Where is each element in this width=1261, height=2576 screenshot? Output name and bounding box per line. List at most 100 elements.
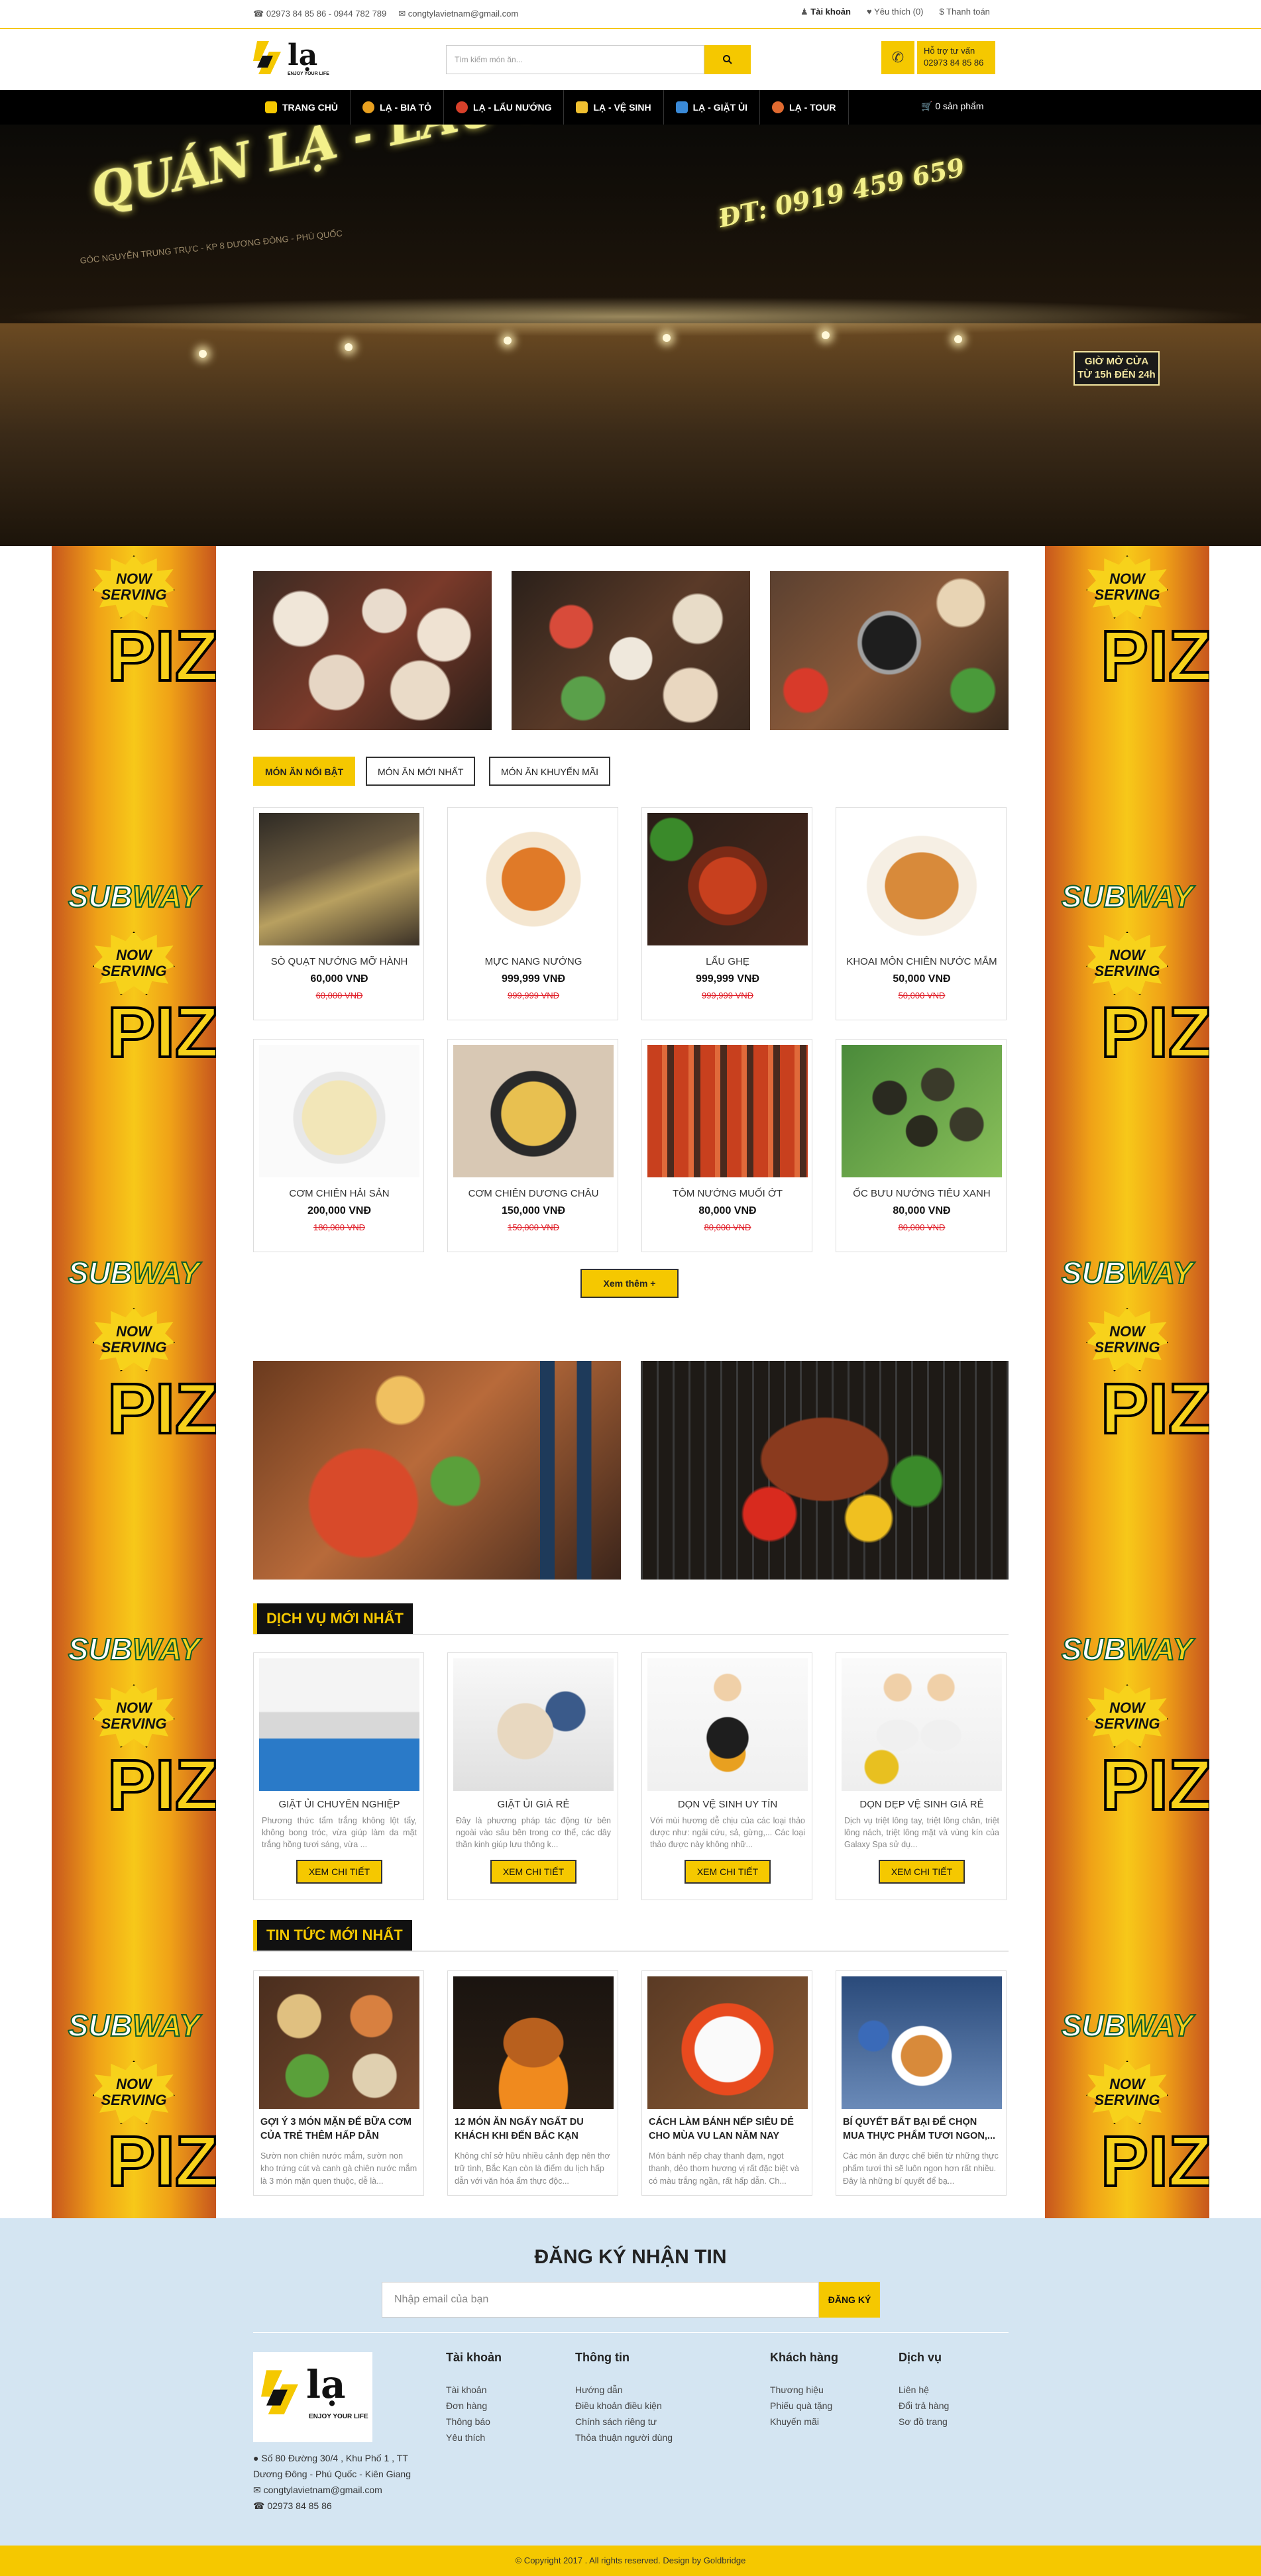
service-detail-button[interactable]: XEM CHI TIẾT (685, 1860, 771, 1884)
nav-item-home[interactable]: TRANG CHỦ (253, 90, 351, 125)
service-image[interactable] (259, 1658, 419, 1791)
product-card[interactable]: LẨU GHẸ 999,999 VNĐ 999,999 VNĐ (641, 807, 812, 1020)
product-name[interactable]: CƠM CHIÊN DƯƠNG CHÂU (448, 1188, 619, 1199)
footer-link[interactable]: Chính sách riêng tư (575, 2414, 673, 2430)
service-detail-button[interactable]: XEM CHI TIẾT (296, 1860, 382, 1884)
service-card[interactable]: DỌN VỆ SINH UY TÍN Với mùi hương dễ chịu… (641, 1652, 812, 1900)
nav-item-laundry[interactable]: LẠ - GIẶT ỦI (664, 90, 761, 125)
promo-image-seafood[interactable] (253, 1361, 621, 1580)
footer-link[interactable]: Thương hiệu (770, 2382, 838, 2398)
news-title[interactable]: 12 MÓN ĂN NGẤY NGẤT DU KHÁCH KHI ĐẾN BẮC… (455, 2116, 612, 2143)
footer-link[interactable]: Tài khoản (446, 2382, 502, 2398)
footer-link[interactable]: Khuyến mãi (770, 2414, 838, 2430)
newsletter-email-input[interactable]: Nhập email của bạn (382, 2282, 819, 2318)
news-card[interactable]: BÍ QUYẾT BẤT BẠI ĐỂ CHỌN MUA THỰC PHẨM T… (836, 1970, 1007, 2196)
footer-email[interactable]: ✉ congtylavietnam@gmail.com (253, 2482, 419, 2498)
footer-link[interactable]: Sơ đồ trang (899, 2414, 949, 2430)
product-image[interactable] (453, 813, 614, 945)
support-box[interactable]: ✆ Hỗ trợ tư vấn 02973 84 85 86 (881, 41, 995, 74)
product-image[interactable] (453, 1045, 614, 1177)
search-button[interactable] (704, 45, 751, 74)
service-card[interactable]: GIẶT ỦI CHUYÊN NGHIỆP Phương thức tẩm tr… (253, 1652, 424, 1900)
promo-image-2[interactable] (512, 571, 750, 730)
service-title[interactable]: GIẶT ỦI CHUYÊN NGHIỆP (254, 1799, 425, 1810)
footer-logo[interactable]: lạ ENJOY YOUR LIFE (253, 2352, 372, 2442)
footer-link[interactable]: Hướng dẫn (575, 2382, 673, 2398)
news-image[interactable] (259, 1976, 419, 2109)
tab-promo[interactable]: MÓN ĂN KHUYẾN MÃI (489, 757, 611, 786)
product-card[interactable]: TÔM NƯỚNG MUỐI ỚT 80,000 VNĐ 80,000 VNĐ (641, 1039, 812, 1252)
nav-item-cleaning[interactable]: LẠ - VỆ SINH (564, 90, 664, 125)
footer-link[interactable]: Yêu thích (446, 2430, 502, 2445)
news-title[interactable]: BÍ QUYẾT BẤT BẠI ĐỂ CHỌN MUA THỰC PHẨM T… (843, 2116, 1001, 2143)
side-ad-left[interactable]: NOW SERVING PIZZ SUBWAY NOW SERVING PIZZ SUB… (52, 546, 216, 2218)
service-detail-button[interactable]: XEM CHI TIẾT (490, 1860, 576, 1884)
service-image[interactable] (453, 1658, 614, 1791)
ad-pizza-text: PIZZ (106, 1744, 216, 1825)
nav-label: LẠ - LẨU NƯỚNG (473, 102, 552, 113)
product-name[interactable]: SÒ QUẠT NƯỚNG MỠ HÀNH (254, 956, 425, 967)
site-logo[interactable]: lạ ENJOY YOUR LIFE (253, 37, 333, 83)
promo-image-bbq[interactable] (641, 1361, 1009, 1580)
footer-link[interactable]: Đổi trả hàng (899, 2398, 949, 2414)
service-card[interactable]: DỌN DẸP VỆ SINH GIÁ RẺ Dịch vụ triệt lôn… (836, 1652, 1007, 1900)
news-image[interactable] (842, 1976, 1002, 2109)
account-link[interactable]: ♟ Tài khoản (800, 7, 851, 17)
news-title[interactable]: GỢI Ý 3 MÓN MẶN ĐỂ BỮA CƠM CỦA TRẺ THÊM … (260, 2116, 418, 2143)
service-image[interactable] (647, 1658, 808, 1791)
top-email[interactable]: ✉ congtylavietnam@gmail.com (398, 9, 518, 19)
news-card[interactable]: CÁCH LÀM BÁNH NẾP SIÊU DẺ CHO MÙA VU LAN… (641, 1970, 812, 2196)
product-name[interactable]: LẨU GHẸ (642, 956, 813, 967)
service-title[interactable]: GIẶT ỦI GIÁ RẺ (448, 1799, 619, 1810)
checkout-link[interactable]: $ Thanh toán (940, 7, 990, 17)
product-name[interactable]: ỐC BƯU NƯỚNG TIÊU XANH (836, 1188, 1007, 1199)
promo-image-1[interactable] (253, 571, 492, 730)
news-title[interactable]: CÁCH LÀM BÁNH NẾP SIÊU DẺ CHO MÙA VU LAN… (649, 2116, 806, 2143)
footer-link[interactable]: Thông báo (446, 2414, 502, 2430)
product-card[interactable]: MỰC NANG NƯỚNG 999,999 VNĐ 999,999 VNĐ (447, 807, 618, 1020)
nav-item-tour[interactable]: LẠ - TOUR (760, 90, 849, 125)
product-card[interactable]: CƠM CHIÊN DƯƠNG CHÂU 150,000 VNĐ 150,000… (447, 1039, 618, 1252)
footer-link[interactable]: Điều khoản điều kiện (575, 2398, 673, 2414)
promo-image-3[interactable] (770, 571, 1009, 730)
product-card[interactable]: KHOAI MÔN CHIÊN NƯỚC MẮM 50,000 VNĐ 50,0… (836, 807, 1007, 1020)
news-image[interactable] (647, 1976, 808, 2109)
product-name[interactable]: MỰC NANG NƯỚNG (448, 956, 619, 967)
newsletter-subscribe-button[interactable]: ĐĂNG KÝ (819, 2282, 880, 2318)
product-image[interactable] (259, 1045, 419, 1177)
news-image[interactable] (453, 1976, 614, 2109)
product-image[interactable] (647, 813, 808, 945)
product-image[interactable] (647, 1045, 808, 1177)
product-image[interactable] (842, 813, 1002, 945)
product-card[interactable]: CƠM CHIÊN HẢI SẢN 200,000 VNĐ 180,000 VN… (253, 1039, 424, 1252)
footer-phone[interactable]: ☎ 02973 84 85 86 (253, 2498, 419, 2514)
news-card[interactable]: 12 MÓN ĂN NGẤY NGẤT DU KHÁCH KHI ĐẾN BẮC… (447, 1970, 618, 2196)
footer-link[interactable]: Thỏa thuận người dùng (575, 2430, 673, 2445)
nav-item-hotpot[interactable]: LẠ - LẨU NƯỚNG (444, 90, 565, 125)
service-image[interactable] (842, 1658, 1002, 1791)
search-input[interactable]: Tìm kiếm món ăn... (446, 45, 704, 74)
footer-link[interactable]: Liên hệ (899, 2382, 949, 2398)
service-detail-button[interactable]: XEM CHI TIẾT (879, 1860, 965, 1884)
news-card[interactable]: GỢI Ý 3 MÓN MẶN ĐỂ BỮA CƠM CỦA TRẺ THÊM … (253, 1970, 424, 2196)
product-name[interactable]: TÔM NƯỚNG MUỐI ỚT (642, 1188, 813, 1199)
cleaning-icon (576, 101, 588, 113)
product-image[interactable] (259, 813, 419, 945)
service-title[interactable]: DỌN DẸP VỆ SINH GIÁ RẺ (836, 1799, 1007, 1810)
side-ad-right[interactable]: NOW SERVING PIZZ SUBWAY NOW SERVING PIZZ SUB… (1045, 546, 1209, 2218)
tab-newest[interactable]: MÓN ĂN MỚI NHẤT (366, 757, 476, 786)
footer-link[interactable]: Đơn hàng (446, 2398, 502, 2414)
product-card[interactable]: SÒ QUẠT NƯỚNG MỠ HÀNH 60,000 VNĐ 60,000 … (253, 807, 424, 1020)
product-card[interactable]: ỐC BƯU NƯỚNG TIÊU XANH 80,000 VNĐ 80,000… (836, 1039, 1007, 1252)
product-name[interactable]: KHOAI MÔN CHIÊN NƯỚC MẮM (836, 956, 1007, 967)
service-title[interactable]: DỌN VỆ SINH UY TÍN (642, 1799, 813, 1810)
service-card[interactable]: GIẶT ỦI GIÁ RẺ Đây là phương pháp tác độ… (447, 1652, 618, 1900)
load-more-button[interactable]: Xem thêm + (580, 1269, 679, 1298)
product-name[interactable]: CƠM CHIÊN HẢI SẢN (254, 1188, 425, 1199)
cart-link[interactable]: 🛒 0 sản phẩm (921, 101, 984, 112)
nav-item-beer[interactable]: LẠ - BIA TỎ (351, 90, 445, 125)
product-image[interactable] (842, 1045, 1002, 1177)
footer-link[interactable]: Phiếu quà tặng (770, 2398, 838, 2414)
tab-featured[interactable]: MÓN ĂN NỔI BẬT (253, 757, 356, 786)
wishlist-link[interactable]: ♥ Yêu thích (0) (867, 7, 924, 17)
